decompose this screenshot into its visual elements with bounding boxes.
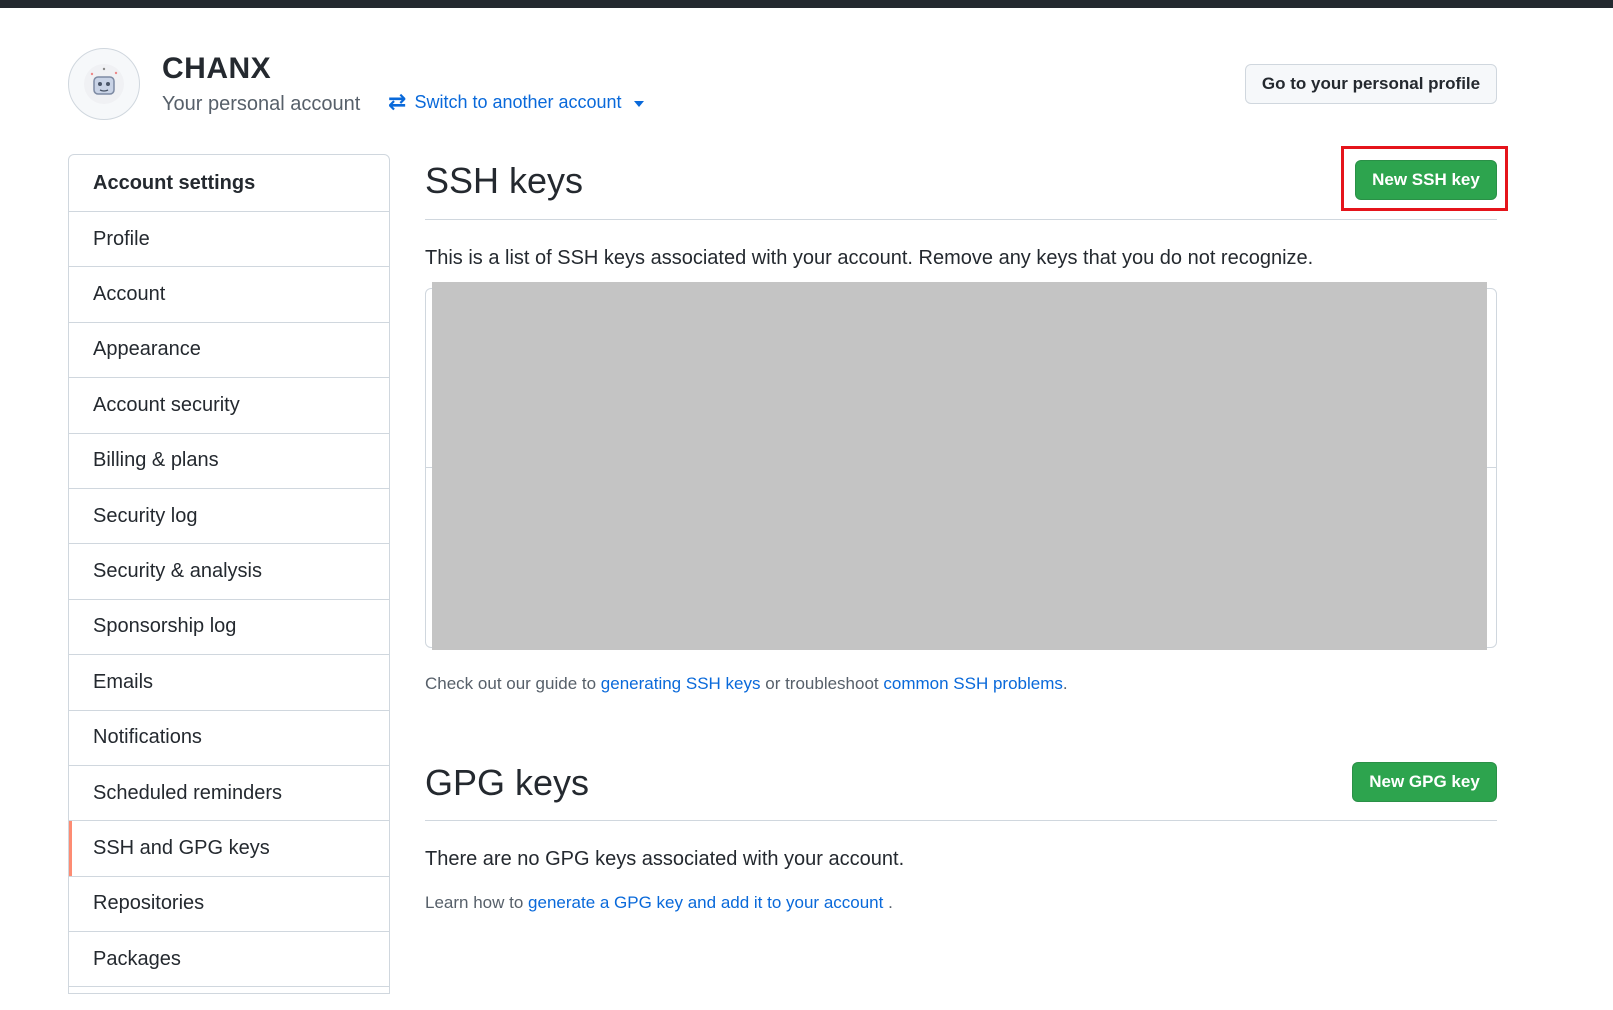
arrow-switch-icon: ⇄: [388, 89, 407, 114]
sidebar-item-packages[interactable]: Packages: [69, 932, 389, 988]
gpg-learn-prefix: Learn how to: [425, 893, 524, 912]
ssh-guide-suffix: .: [1062, 674, 1068, 693]
gpg-learn-suffix: .: [888, 893, 893, 912]
sidebar-item-account-security[interactable]: Account security: [69, 378, 389, 434]
gpg-learn-text: Learn how to generate a GPG key and add …: [425, 893, 893, 913]
new-gpg-key-button[interactable]: New GPG key: [1352, 762, 1497, 802]
sidebar-title: Account settings: [69, 155, 389, 212]
sidebar-item-billing-plans[interactable]: Billing & plans: [69, 434, 389, 489]
account-username: CHANX: [162, 52, 272, 85]
sidebar-item-notifications[interactable]: Notifications: [69, 711, 389, 766]
sidebar-item-emails[interactable]: Emails: [69, 655, 389, 711]
ssh-guide-mid: or troubleshoot: [765, 674, 879, 693]
gpg-divider: [425, 820, 1497, 821]
ssh-guide-prefix: Check out our guide to: [425, 674, 597, 693]
sidebar-item-security-log[interactable]: Security log: [69, 489, 389, 545]
sidebar-item-scheduled-reminders[interactable]: Scheduled reminders: [69, 766, 389, 822]
avatar[interactable]: [68, 48, 140, 120]
common-ssh-problems-link[interactable]: common SSH problems: [883, 674, 1063, 693]
sidebar-item-security-analysis[interactable]: Security & analysis: [69, 544, 389, 600]
avatar-image-icon: [84, 64, 124, 104]
switch-account-link[interactable]: ⇄ Switch to another account: [388, 91, 644, 113]
highlight-annotation-box: [1341, 146, 1508, 211]
top-bar: [0, 0, 1613, 8]
ssh-divider: [425, 219, 1497, 220]
generating-ssh-keys-link[interactable]: generating SSH keys: [601, 674, 761, 693]
go-to-profile-button[interactable]: Go to your personal profile: [1245, 64, 1497, 104]
settings-sidebar: Account settings Profile Account Appeara…: [68, 154, 390, 994]
sidebar-item-sponsorship-log[interactable]: Sponsorship log: [69, 600, 389, 656]
sidebar-item-profile[interactable]: Profile: [69, 212, 389, 268]
account-subtitle: Your personal account: [162, 93, 361, 115]
sidebar-item-account[interactable]: Account: [69, 267, 389, 323]
sidebar-item-repositories[interactable]: Repositories: [69, 877, 389, 933]
caret-down-icon: [633, 101, 644, 107]
sidebar-item-ssh-gpg-keys[interactable]: SSH and GPG keys: [69, 821, 389, 877]
ssh-guide-text: Check out our guide to generating SSH ke…: [425, 674, 1068, 694]
ssh-keys-title: SSH keys: [425, 160, 584, 201]
generate-gpg-key-link[interactable]: generate a GPG key and add it to your ac…: [528, 893, 883, 912]
gpg-empty-text: There are no GPG keys associated with yo…: [425, 848, 905, 870]
ssh-description: This is a list of SSH keys associated wi…: [425, 247, 1314, 269]
switch-account-label: Switch to another account: [414, 91, 622, 112]
gpg-keys-title: GPG keys: [425, 762, 590, 803]
sidebar-item-appearance[interactable]: Appearance: [69, 323, 389, 379]
redacted-ssh-keys: [432, 282, 1487, 650]
